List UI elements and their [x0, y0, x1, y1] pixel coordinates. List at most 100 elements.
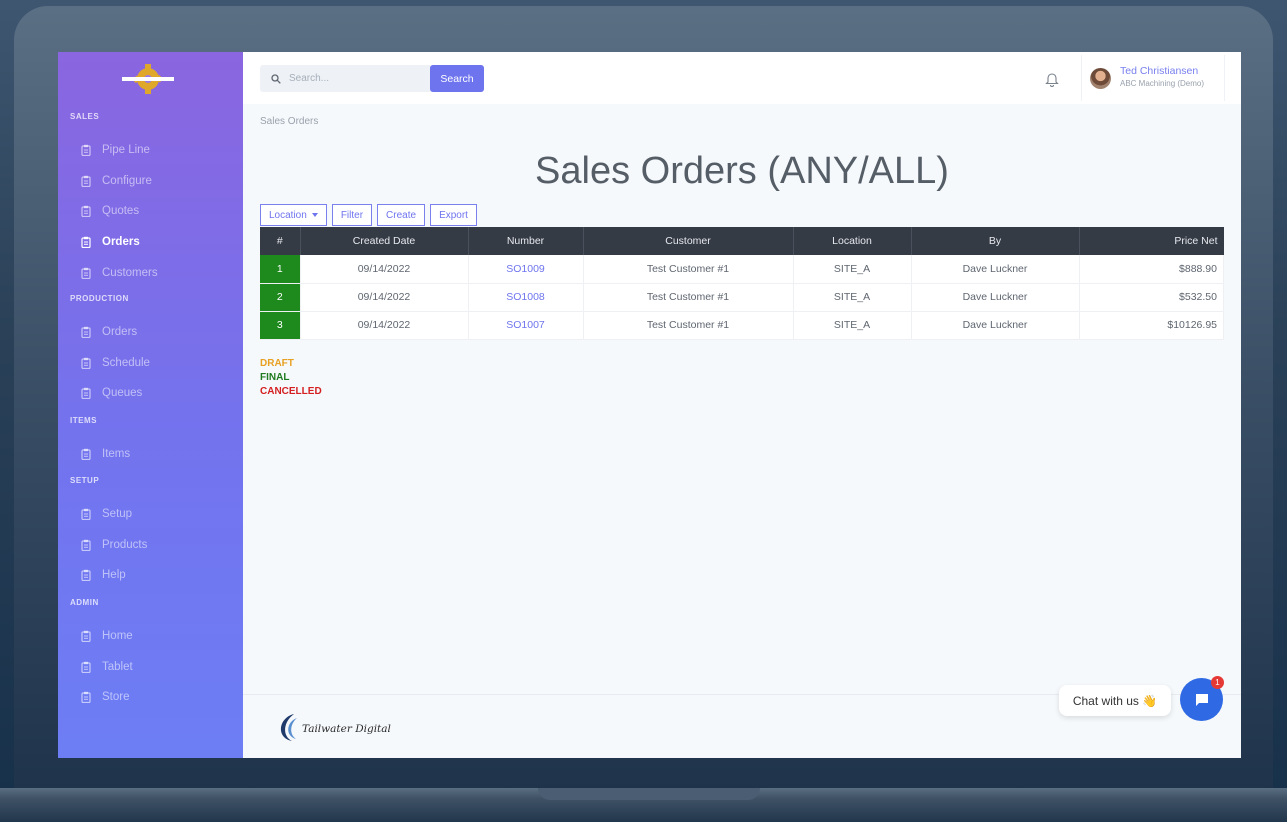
chat-prompt[interactable]: Chat with us 👋 [1059, 685, 1171, 716]
column-header[interactable]: By [911, 227, 1080, 255]
sidebar-item-label: Setup [102, 508, 133, 520]
location-label: Location [269, 209, 307, 221]
row-number: 3 [260, 311, 301, 339]
sidebar-section-items: ITEMS [70, 416, 97, 425]
column-header[interactable]: Number [468, 227, 584, 255]
create-button[interactable]: Create [377, 204, 426, 226]
sidebar-item-store[interactable]: Store [70, 687, 235, 707]
top-bar: Search... Search Ted Christiansen ABC Ma… [243, 52, 1241, 104]
status-legend-final: FINAL [260, 372, 290, 383]
sidebar-section-admin: ADMIN [70, 598, 99, 607]
toolbar: Location Filter Create Export [260, 204, 482, 226]
breadcrumb: Sales Orders [260, 116, 319, 127]
chat-label: Chat with us 👋 [1072, 693, 1158, 708]
sidebar-item-help[interactable]: Help [70, 565, 235, 585]
sidebar-item-label: Schedule [102, 356, 150, 369]
column-header[interactable]: Created Date [300, 227, 469, 255]
export-button[interactable]: Export [430, 204, 477, 226]
notification-badge: 1 [1211, 676, 1224, 689]
sidebar-item-label: Tablet [102, 660, 133, 673]
caret-down-icon [311, 213, 318, 217]
filter-button[interactable]: Filter [331, 204, 373, 226]
search-icon [271, 73, 281, 84]
sidebar-item-orders[interactable]: Orders [70, 232, 235, 252]
clipboard-icon [81, 206, 91, 218]
price-net: $10126.95 [1079, 311, 1224, 339]
row-number: 2 [260, 283, 301, 311]
sidebar-item-pipe-line[interactable]: Pipe Line [70, 140, 235, 160]
order-number-link[interactable]: SO1009 [506, 263, 545, 275]
sidebar-item-schedule[interactable]: Schedule [70, 353, 235, 373]
row-number: 1 [260, 255, 301, 283]
column-header[interactable]: Location [793, 227, 912, 255]
location-dropdown[interactable]: Location [260, 204, 327, 226]
sidebar-item-label: Quotes [102, 205, 140, 218]
order-number-cell: SO1008 [468, 283, 584, 311]
table-row[interactable]: 1 09/14/2022 SO1009 Test Customer #1 SIT… [260, 255, 1224, 283]
sidebar-item-quotes[interactable]: Quotes [70, 201, 235, 221]
orders-table: # Created Date Number Customer Location … [260, 227, 1224, 340]
clipboard-icon [81, 144, 91, 156]
order-number-link[interactable]: SO1007 [506, 319, 545, 331]
table-row[interactable]: 2 09/14/2022 SO1008 Test Customer #1 SIT… [260, 283, 1224, 311]
search-placeholder: Search... [289, 73, 330, 84]
user-name: Ted Christiansen [1120, 65, 1199, 77]
location: SITE_A [793, 283, 912, 311]
created-date: 09/14/2022 [300, 311, 469, 339]
order-number-cell: SO1007 [468, 311, 584, 339]
sidebar-item-label: Home [102, 630, 133, 642]
user-menu[interactable]: Ted Christiansen ABC Machining (Demo) [1081, 55, 1225, 101]
sidebar-item-orders[interactable]: Orders [70, 322, 235, 342]
created-date: 09/14/2022 [300, 283, 469, 311]
column-header[interactable]: Customer [583, 227, 794, 255]
clipboard-icon [81, 448, 91, 460]
sidebar-item-label: Items [102, 448, 131, 460]
search-input[interactable]: Search... [260, 65, 432, 92]
sidebar-item-queues[interactable]: Queues [70, 383, 235, 403]
sidebar-item-home[interactable]: Home [70, 626, 235, 646]
sidebar-section-production: PRODUCTION [70, 294, 129, 303]
clipboard-icon [81, 175, 91, 187]
customer: Test Customer #1 [583, 311, 794, 339]
created-by: Dave Luckner [911, 311, 1080, 339]
bell-icon[interactable] [1045, 71, 1059, 87]
column-header[interactable]: # [260, 227, 301, 255]
sidebar-item-label: Orders [102, 326, 138, 338]
sidebar-item-configure[interactable]: Configure [70, 171, 235, 191]
sidebar-item-label: Queues [102, 387, 143, 400]
sidebar-item-products[interactable]: Products [70, 535, 235, 555]
sidebar: SALES Pipe Line Configure Quotes Orders Custo… [58, 52, 243, 758]
customer: Test Customer #1 [583, 255, 794, 283]
sidebar-item-tablet[interactable]: Tablet [70, 657, 235, 677]
clipboard-icon [81, 539, 91, 551]
created-date: 09/14/2022 [300, 255, 469, 283]
search-button[interactable]: Search [430, 65, 484, 92]
app-screen: SALES Pipe Line Configure Quotes Orders Custo… [58, 52, 1241, 758]
chat-icon [1195, 693, 1208, 706]
table-row[interactable]: 3 09/14/2022 SO1007 Test Customer #1 SIT… [260, 311, 1224, 339]
created-by: Dave Luckner [911, 283, 1080, 311]
laptop-notch [538, 788, 760, 800]
sidebar-item-label: Configure [102, 174, 152, 187]
sidebar-item-customers[interactable]: Customers [70, 263, 235, 283]
sidebar-item-items[interactable]: Items [70, 444, 235, 464]
price-net: $888.90 [1079, 255, 1224, 283]
avatar [1090, 68, 1111, 89]
clipboard-icon [81, 661, 91, 673]
clipboard-icon [81, 388, 91, 400]
sidebar-item-label: Products [102, 538, 148, 551]
sidebar-item-label: Store [102, 691, 130, 704]
status-legend-cancelled: CANCELLED [260, 386, 322, 397]
sidebar-item-setup[interactable]: Setup [70, 504, 235, 524]
clipboard-icon [81, 236, 91, 249]
status-legend-draft: DRAFT [260, 358, 294, 369]
sidebar-section-setup: SETUP [70, 476, 100, 485]
column-header[interactable]: Price Net [1079, 227, 1224, 255]
order-number-link[interactable]: SO1008 [506, 291, 545, 303]
sidebar-item-label: Customers [102, 266, 158, 279]
sidebar-item-label: Orders [102, 236, 140, 249]
clipboard-icon [81, 692, 91, 704]
order-number-cell: SO1009 [468, 255, 584, 283]
tailwater-logo-icon: Tailwater Digital [280, 714, 391, 741]
clipboard-icon [81, 326, 91, 338]
